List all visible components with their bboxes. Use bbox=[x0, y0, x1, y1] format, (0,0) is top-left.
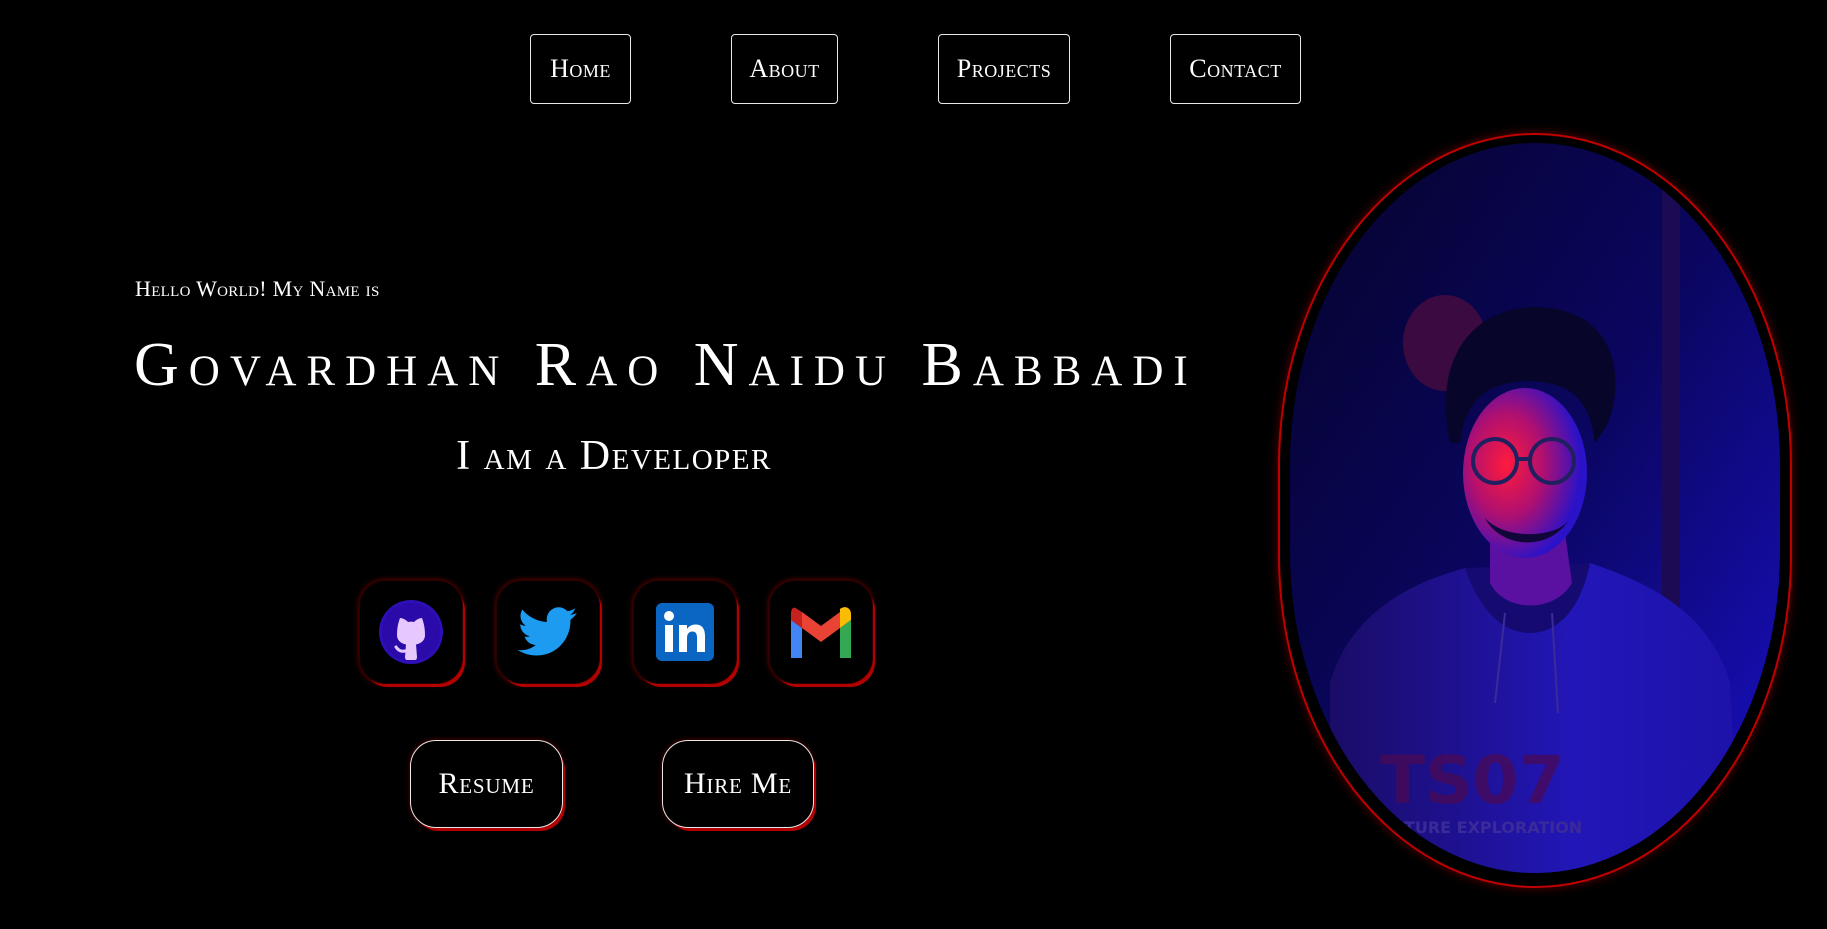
twitter-icon bbox=[518, 606, 578, 658]
shirt-subprint: FUTURE EXPLORATION bbox=[1380, 818, 1582, 837]
hero-name: Govardhan Rao Naidu Babbadi bbox=[134, 331, 1198, 399]
nav-projects-button[interactable]: Projects bbox=[938, 34, 1070, 104]
profile-photo: TS07 FUTURE EXPLORATION bbox=[1290, 143, 1780, 873]
resume-button[interactable]: Resume bbox=[410, 740, 563, 828]
hero-role: I am a Developer bbox=[456, 433, 772, 479]
portrait-frame: TS07 FUTURE EXPLORATION bbox=[1278, 133, 1792, 888]
portfolio-page: Home About Projects Contact Hello World!… bbox=[0, 0, 1827, 929]
twitter-link[interactable] bbox=[496, 580, 600, 684]
nav-contact-button[interactable]: Contact bbox=[1170, 34, 1301, 104]
hire-me-button[interactable]: Hire Me bbox=[662, 740, 814, 828]
hero-greeting: Hello World! My Name is bbox=[135, 276, 380, 301]
shirt-print: TS07 bbox=[1380, 742, 1564, 819]
gmail-icon bbox=[787, 606, 855, 658]
gmail-link[interactable] bbox=[769, 580, 873, 684]
github-icon bbox=[378, 599, 444, 665]
linkedin-link[interactable] bbox=[633, 580, 737, 684]
linkedin-icon bbox=[656, 603, 714, 661]
github-link[interactable] bbox=[359, 580, 463, 684]
nav-about-button[interactable]: About bbox=[731, 34, 838, 104]
nav-home-button[interactable]: Home bbox=[530, 34, 631, 104]
